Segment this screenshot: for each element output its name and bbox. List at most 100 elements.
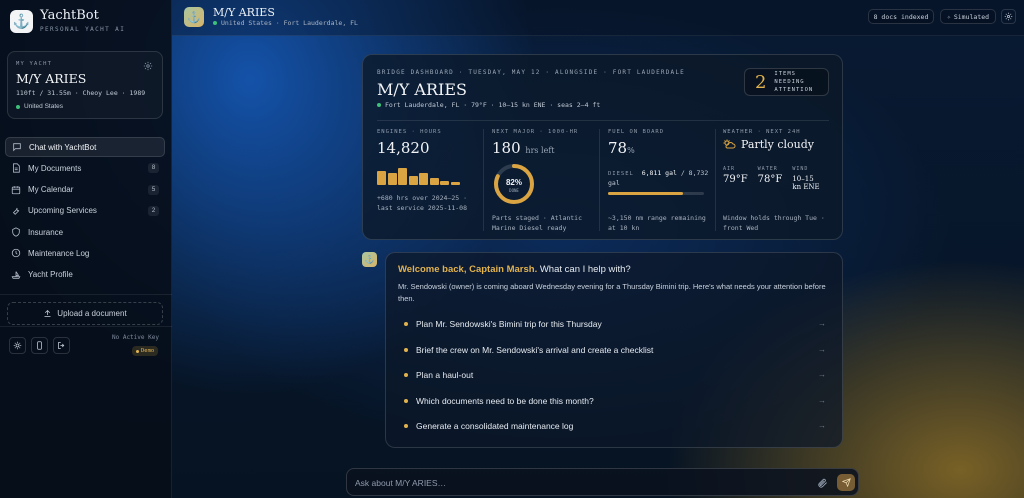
chat-input[interactable]: [355, 475, 795, 490]
mobile-view-button[interactable]: [31, 337, 48, 354]
suggestion-item[interactable]: Brief the crew on Mr. Sendowski's arriva…: [398, 339, 832, 361]
service-progress-ring: 82% DONE: [494, 164, 534, 204]
gear-icon: [1004, 12, 1013, 21]
theme-toggle-button[interactable]: [9, 337, 26, 354]
anchor-icon: ⚓: [364, 255, 375, 264]
gear-icon[interactable]: [143, 61, 153, 71]
sidebar-item-chat[interactable]: Chat with YachtBot: [5, 137, 165, 157]
sun-icon: [13, 341, 22, 350]
status-dot: [213, 21, 217, 25]
topbar-subtitle: United States · Fort Lauderdale, FL: [213, 19, 358, 27]
yacht-specs: 110ft / 31.55m · Cheoy Lee · 1989: [16, 89, 146, 97]
count-badge: 8: [148, 163, 159, 174]
anchor-icon: ⚓: [184, 7, 204, 27]
sidebar-item-maintenance[interactable]: Maintenance Log: [5, 243, 165, 263]
attention-count: 2: [755, 71, 767, 93]
brand[interactable]: ⚓ YachtBot PERSONAL YACHT AI: [10, 9, 125, 33]
water-label: WATER: [757, 166, 778, 172]
wind-value: 10–15 kn ENE: [792, 175, 820, 191]
arrow-right-icon: →: [818, 395, 826, 405]
logout-icon: [58, 342, 65, 349]
dashboard-eyebrow: BRIDGE DASHBOARD · TUESDAY, MAY 12 · ALO…: [377, 69, 685, 76]
dashboard-location: Fort Lauderdale, FL · 79°F · 10–15 kn EN…: [377, 101, 600, 109]
sidebar-item-insurance[interactable]: Insurance: [5, 222, 165, 242]
upload-icon: [44, 309, 51, 317]
bot-avatar: ⚓: [362, 252, 377, 267]
yacht-card[interactable]: MY YACHT M/Y ARIES 110ft / 31.55m · Cheo…: [7, 51, 163, 119]
engine-hours-bar: [398, 168, 407, 185]
suggestion-label: Plan Mr. Sendowski's Bimini trip for thi…: [416, 319, 602, 329]
arrow-right-icon: →: [818, 319, 826, 328]
engine-hours-bar: [419, 173, 428, 185]
engine-hours-bar: [387, 173, 397, 185]
sparkle-icon: ✧: [946, 12, 951, 21]
sidebar-item-label: My Documents: [28, 163, 82, 173]
arrow-right-icon: →: [818, 421, 826, 430]
sidebar-item-services[interactable]: Upcoming Services 2: [5, 201, 165, 221]
sidebar-item-label: Insurance: [28, 227, 64, 237]
wind: WIND 10–15 kn ENE: [792, 166, 823, 191]
count-badge: 5: [148, 184, 159, 195]
simulated-chip-label: Simulated: [953, 12, 990, 21]
next-major-unit: hrs left: [525, 146, 555, 155]
upload-button-label: Upload a document: [57, 309, 127, 318]
topbar-title: M/Y ARIES: [213, 6, 275, 19]
fuel-label: FUEL ON BOARD: [608, 129, 665, 135]
sidebar-item-documents[interactable]: My Documents 8: [5, 158, 165, 178]
logout-button[interactable]: [53, 337, 70, 354]
shield-icon: [12, 227, 20, 237]
dashboard-location-text: Fort Lauderdale, FL · 79°F · 10–15 kn EN…: [385, 101, 601, 109]
engine-hours-bar: [408, 176, 418, 185]
arrow-right-icon: →: [818, 344, 826, 354]
suggestion-item[interactable]: Plan Mr. Sendowski's Bimini trip for thi…: [398, 313, 832, 335]
engine-hours-bar: [429, 178, 439, 185]
calendar-icon: [11, 185, 21, 194]
divider: [0, 294, 172, 295]
suggestion-item[interactable]: Generate a consolidated maintenance log →: [398, 415, 832, 437]
next-major-hours: 180: [492, 139, 521, 157]
divider: [599, 129, 600, 231]
chat-icon: [13, 143, 21, 152]
divider: [483, 129, 484, 231]
engines-label: ENGINES · HOURS: [377, 129, 442, 135]
suggestion-item[interactable]: Plan a haul-out →: [398, 364, 832, 386]
count-badge: 2: [148, 205, 159, 216]
assistant-message: Welcome back, Captain Marsh. What can I …: [385, 252, 843, 448]
simulated-chip[interactable]: ✧ Simulated: [940, 9, 996, 24]
paperclip-icon[interactable]: [817, 477, 828, 489]
fuel-unit: %: [627, 146, 635, 155]
message-greeting: Welcome back, Captain Marsh. What can I …: [398, 264, 631, 275]
attention-badge[interactable]: 2 ITEMS NEEDING ATTENTION: [744, 68, 829, 96]
bullet-icon: [404, 424, 408, 428]
yacht-name: M/Y ARIES: [16, 71, 87, 86]
sidebar-item-label: Maintenance Log: [28, 248, 90, 258]
upload-button[interactable]: Upload a document: [7, 302, 163, 325]
settings-button[interactable]: [1001, 9, 1016, 24]
sidebar-item-calendar[interactable]: My Calendar 5: [5, 180, 165, 200]
yacht-card-label: MY YACHT: [16, 61, 53, 67]
engine-hours-bar: [450, 182, 460, 185]
next-major-panel: NEXT MAJOR · 1000-HR 180 hrs left 82% DO…: [492, 129, 596, 233]
send-button[interactable]: [837, 474, 855, 491]
docs-indexed-chip[interactable]: 8 docs indexed: [868, 9, 934, 24]
bullet-icon: [404, 398, 408, 403]
yacht-flag: United States: [16, 103, 63, 110]
bridge-dashboard: BRIDGE DASHBOARD · TUESDAY, MAY 12 · ALO…: [362, 54, 843, 240]
status-dot: [16, 104, 20, 109]
greeting-question: What can I help with?: [539, 264, 631, 275]
fuel-value: 78%: [608, 139, 712, 157]
divider: [715, 129, 716, 231]
suggestion-label: Brief the crew on Mr. Sendowski's arriva…: [416, 344, 654, 355]
engines-note: +680 hrs over 2024–25 · last service 202…: [377, 194, 468, 212]
status-dot: [136, 349, 139, 353]
anchor-icon: ⚓: [10, 9, 33, 33]
sidebar-item-label: Upcoming Services: [28, 206, 97, 216]
sidebar-item-profile[interactable]: Yacht Profile: [5, 265, 165, 285]
phone-icon: [37, 341, 42, 350]
weather-note: Window holds through Tue · front Wed: [723, 214, 825, 232]
greeting-name: Welcome back, Captain Marsh.: [398, 264, 538, 275]
yacht-flag-label: United States: [24, 103, 64, 110]
suggestion-item[interactable]: Which documents need to be done this mon…: [398, 390, 832, 412]
fuel-note: ~3,150 nm range remaining at 10 kn: [608, 214, 706, 232]
fuel-percent: 78: [608, 139, 628, 157]
